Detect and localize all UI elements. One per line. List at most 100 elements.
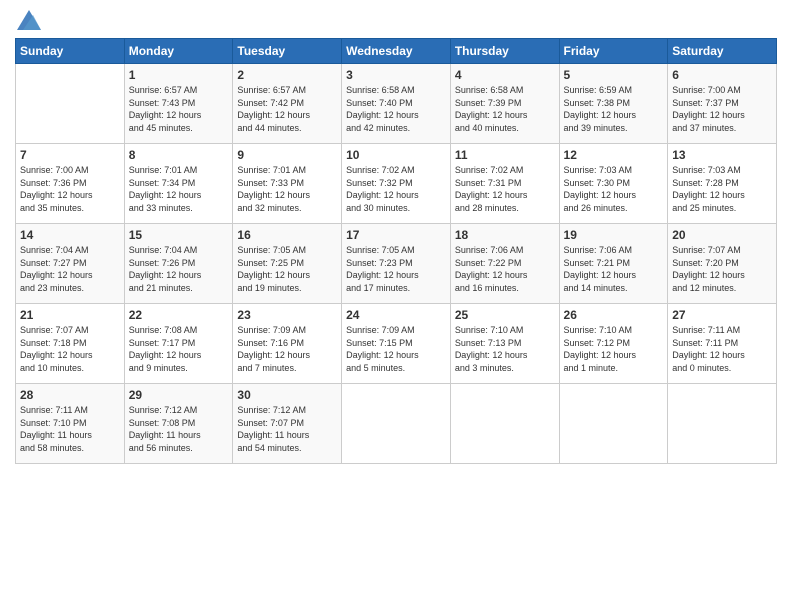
day-number: 21 [20,308,120,322]
calendar-cell [668,384,777,464]
day-number: 13 [672,148,772,162]
day-number: 4 [455,68,555,82]
day-info: Sunrise: 7:03 AM Sunset: 7:30 PM Dayligh… [564,164,664,214]
calendar-week-3: 14 Sunrise: 7:04 AM Sunset: 7:27 PM Dayli… [16,224,777,304]
day-number: 7 [20,148,120,162]
day-info: Sunrise: 7:06 AM Sunset: 7:21 PM Dayligh… [564,244,664,294]
day-info: Sunrise: 6:58 AM Sunset: 7:39 PM Dayligh… [455,84,555,134]
calendar-cell: 30 Sunrise: 7:12 AM Sunset: 7:07 PM Dayli… [233,384,342,464]
day-info: Sunrise: 7:10 AM Sunset: 7:12 PM Dayligh… [564,324,664,374]
calendar-cell: 14 Sunrise: 7:04 AM Sunset: 7:27 PM Dayli… [16,224,125,304]
day-number: 19 [564,228,664,242]
calendar-cell: 4 Sunrise: 6:58 AM Sunset: 7:39 PM Daylig… [450,64,559,144]
calendar-cell [342,384,451,464]
day-number: 23 [237,308,337,322]
day-info: Sunrise: 7:10 AM Sunset: 7:13 PM Dayligh… [455,324,555,374]
day-info: Sunrise: 6:59 AM Sunset: 7:38 PM Dayligh… [564,84,664,134]
calendar-cell: 15 Sunrise: 7:04 AM Sunset: 7:26 PM Dayli… [124,224,233,304]
day-info: Sunrise: 7:03 AM Sunset: 7:28 PM Dayligh… [672,164,772,214]
logo [15,10,41,30]
calendar-cell: 11Sunrise: 7:02 AM Sunset: 7:31 PM Dayli… [450,144,559,224]
calendar-cell: 22Sunrise: 7:08 AM Sunset: 7:17 PM Dayli… [124,304,233,384]
day-number: 18 [455,228,555,242]
day-info: Sunrise: 7:04 AM Sunset: 7:27 PM Dayligh… [20,244,120,294]
header-day-friday: Friday [559,39,668,64]
calendar-cell: 18 Sunrise: 7:06 AM Sunset: 7:22 PM Dayli… [450,224,559,304]
calendar-cell [559,384,668,464]
day-number: 5 [564,68,664,82]
day-number: 24 [346,308,446,322]
day-info: Sunrise: 7:12 AM Sunset: 7:08 PM Dayligh… [129,404,229,454]
calendar-table: SundayMondayTuesdayWednesdayThursdayFrid… [15,38,777,464]
day-number: 10 [346,148,446,162]
day-number: 15 [129,228,229,242]
day-info: Sunrise: 7:04 AM Sunset: 7:26 PM Dayligh… [129,244,229,294]
calendar-cell: 10 Sunrise: 7:02 AM Sunset: 7:32 PM Dayli… [342,144,451,224]
day-number: 27 [672,308,772,322]
day-info: Sunrise: 7:00 AM Sunset: 7:36 PM Dayligh… [20,164,120,214]
calendar-week-1: 1Sunrise: 6:57 AM Sunset: 7:43 PM Daylig… [16,64,777,144]
day-number: 20 [672,228,772,242]
page-header [15,10,777,30]
header-day-saturday: Saturday [668,39,777,64]
calendar-cell: 27 Sunrise: 7:11 AM Sunset: 7:11 PM Dayli… [668,304,777,384]
day-info: Sunrise: 7:07 AM Sunset: 7:20 PM Dayligh… [672,244,772,294]
calendar-week-2: 7 Sunrise: 7:00 AM Sunset: 7:36 PM Daylig… [16,144,777,224]
day-info: Sunrise: 7:05 AM Sunset: 7:25 PM Dayligh… [237,244,337,294]
day-number: 1 [129,68,229,82]
calendar-cell: 21 Sunrise: 7:07 AM Sunset: 7:18 PM Dayli… [16,304,125,384]
calendar-cell: 13 Sunrise: 7:03 AM Sunset: 7:28 PM Dayli… [668,144,777,224]
header-day-monday: Monday [124,39,233,64]
calendar-header: SundayMondayTuesdayWednesdayThursdayFrid… [16,39,777,64]
day-number: 25 [455,308,555,322]
calendar-week-4: 21 Sunrise: 7:07 AM Sunset: 7:18 PM Dayli… [16,304,777,384]
day-number: 12 [564,148,664,162]
header-day-wednesday: Wednesday [342,39,451,64]
day-number: 29 [129,388,229,402]
day-number: 11 [455,148,555,162]
day-info: Sunrise: 7:00 AM Sunset: 7:37 PM Dayligh… [672,84,772,134]
calendar-cell: 12 Sunrise: 7:03 AM Sunset: 7:30 PM Dayli… [559,144,668,224]
day-number: 14 [20,228,120,242]
calendar-cell: 5 Sunrise: 6:59 AM Sunset: 7:38 PM Daylig… [559,64,668,144]
day-number: 2 [237,68,337,82]
calendar-cell: 16 Sunrise: 7:05 AM Sunset: 7:25 PM Dayli… [233,224,342,304]
day-number: 17 [346,228,446,242]
header-row: SundayMondayTuesdayWednesdayThursdayFrid… [16,39,777,64]
day-info: Sunrise: 6:57 AM Sunset: 7:42 PM Dayligh… [237,84,337,134]
header-day-sunday: Sunday [16,39,125,64]
day-number: 16 [237,228,337,242]
calendar-cell: 1Sunrise: 6:57 AM Sunset: 7:43 PM Daylig… [124,64,233,144]
calendar-cell: 26 Sunrise: 7:10 AM Sunset: 7:12 PM Dayli… [559,304,668,384]
day-info: Sunrise: 7:02 AM Sunset: 7:32 PM Dayligh… [346,164,446,214]
calendar-cell: 29 Sunrise: 7:12 AM Sunset: 7:08 PM Dayli… [124,384,233,464]
calendar-cell: 19 Sunrise: 7:06 AM Sunset: 7:21 PM Dayli… [559,224,668,304]
calendar-cell: 2 Sunrise: 6:57 AM Sunset: 7:42 PM Daylig… [233,64,342,144]
day-number: 9 [237,148,337,162]
header-day-tuesday: Tuesday [233,39,342,64]
day-info: Sunrise: 6:58 AM Sunset: 7:40 PM Dayligh… [346,84,446,134]
calendar-cell: 8Sunrise: 7:01 AM Sunset: 7:34 PM Daylig… [124,144,233,224]
day-info: Sunrise: 7:05 AM Sunset: 7:23 PM Dayligh… [346,244,446,294]
day-number: 6 [672,68,772,82]
day-info: Sunrise: 7:11 AM Sunset: 7:11 PM Dayligh… [672,324,772,374]
calendar-cell: 6 Sunrise: 7:00 AM Sunset: 7:37 PM Daylig… [668,64,777,144]
day-info: Sunrise: 7:09 AM Sunset: 7:15 PM Dayligh… [346,324,446,374]
calendar-cell: 3 Sunrise: 6:58 AM Sunset: 7:40 PM Daylig… [342,64,451,144]
calendar-cell: 9Sunrise: 7:01 AM Sunset: 7:33 PM Daylig… [233,144,342,224]
calendar-body: 1Sunrise: 6:57 AM Sunset: 7:43 PM Daylig… [16,64,777,464]
day-number: 30 [237,388,337,402]
calendar-cell: 25 Sunrise: 7:10 AM Sunset: 7:13 PM Dayli… [450,304,559,384]
logo-icon [17,10,41,30]
day-info: Sunrise: 7:08 AM Sunset: 7:17 PM Dayligh… [129,324,229,374]
day-number: 28 [20,388,120,402]
calendar-cell: 17 Sunrise: 7:05 AM Sunset: 7:23 PM Dayli… [342,224,451,304]
day-info: Sunrise: 7:07 AM Sunset: 7:18 PM Dayligh… [20,324,120,374]
day-number: 3 [346,68,446,82]
day-number: 26 [564,308,664,322]
day-info: Sunrise: 7:12 AM Sunset: 7:07 PM Dayligh… [237,404,337,454]
calendar-cell: 20 Sunrise: 7:07 AM Sunset: 7:20 PM Dayli… [668,224,777,304]
day-info: Sunrise: 7:06 AM Sunset: 7:22 PM Dayligh… [455,244,555,294]
calendar-cell [450,384,559,464]
calendar-week-5: 28Sunrise: 7:11 AM Sunset: 7:10 PM Dayli… [16,384,777,464]
